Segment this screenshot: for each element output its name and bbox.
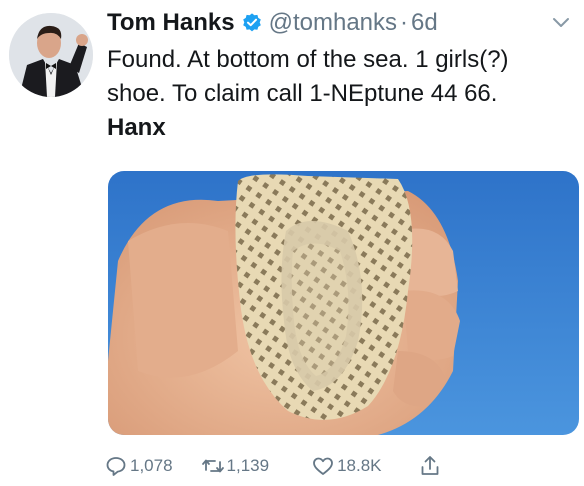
tweet-body: Found. At bottom of the sea. 1 girls(?) … xyxy=(107,46,509,107)
tweet-age[interactable]: 6d xyxy=(411,9,438,37)
separator-dot: · xyxy=(400,9,409,36)
avatar[interactable] xyxy=(9,13,93,97)
retweet-count: 1,139 xyxy=(226,456,270,475)
chevron-down-icon[interactable] xyxy=(552,16,570,30)
author-handle[interactable]: @tomhanks xyxy=(269,9,397,37)
reply-icon xyxy=(106,457,126,476)
shoe-photo xyxy=(108,171,579,435)
tweet-media[interactable] xyxy=(108,171,579,435)
avatar-image xyxy=(9,13,93,97)
like-count: 18.8K xyxy=(337,456,382,475)
share-button[interactable] xyxy=(418,454,442,478)
heart-icon xyxy=(313,457,333,475)
reply-count: 1,078 xyxy=(130,456,173,475)
share-icon xyxy=(421,456,438,475)
like-button[interactable]: 18.8K xyxy=(311,454,382,478)
tweet-header: Tom Hanks @tomhanks · 6d xyxy=(107,8,438,38)
verified-badge-icon xyxy=(242,13,261,32)
reply-button[interactable]: 1,078 xyxy=(104,454,173,478)
author-name[interactable]: Tom Hanks xyxy=(107,9,235,37)
retweet-icon xyxy=(201,459,224,473)
retweet-button[interactable]: 1,139 xyxy=(201,454,270,478)
tweet-actions: 1,078 1,139 18.8K xyxy=(104,452,442,480)
tweet-text: Found. At bottom of the sea. 1 girls(?) … xyxy=(107,43,547,145)
tweet-signature: Hanx xyxy=(107,114,166,141)
